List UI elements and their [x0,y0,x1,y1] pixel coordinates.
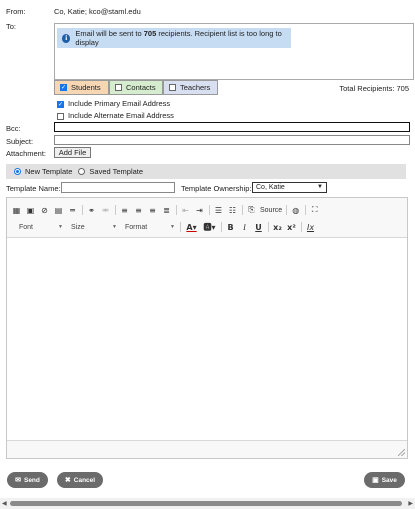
template-mode-bar: New Template Saved Template [6,164,406,179]
source-button[interactable]: Source [260,207,282,214]
editor-toolbar: ▦ ▣ ⊘ ▤ ═ ⚭ ⚮ ≡ ≡ ≡ ≣ ⇤ ⇥ ☰ ☷ ⎘ Source ◍… [7,198,407,238]
chevron-down-icon: ▼ [58,224,63,230]
students-checkbox[interactable]: ✓ [60,84,67,91]
recipient-notice: i Email will be sent to 705 recipients. … [57,28,291,48]
info-icon: i [62,33,71,43]
italic-icon[interactable]: I [239,222,250,233]
new-template-radio[interactable] [14,168,21,175]
saved-template-label: Saved Template [89,167,144,176]
subject-label: Subject: [6,137,34,146]
envelope-icon: ✉ [15,477,21,484]
chevron-down-icon: ▼ [170,224,175,230]
include-primary-checkbox[interactable]: ✓ [57,100,64,108]
tab-teachers[interactable]: Teachers [163,80,218,95]
floppy-disk-icon: ▣ [372,477,379,484]
bcc-label: Bcc: [6,124,21,133]
rich-text-editor: ▦ ▣ ⊘ ▤ ═ ⚭ ⚮ ≡ ≡ ≡ ≣ ⇤ ⇥ ☰ ☷ ⎘ Source ◍… [6,197,408,459]
outdent-icon[interactable]: ⇤ [180,205,191,216]
include-alternate-checkbox[interactable] [57,112,64,120]
align-justify-icon[interactable]: ≣ [161,205,172,216]
spellcheck-icon[interactable]: ◍ [290,205,301,216]
scroll-left-icon[interactable]: ◀ [2,500,7,507]
scroll-right-icon[interactable]: ▶ [408,500,413,507]
attachment-label: Attachment: [6,149,47,158]
link-icon[interactable]: ⚭ [86,205,97,216]
send-button[interactable]: ✉ Send [7,472,48,488]
from-value: Co, Katie; kco@staml.edu [54,7,141,16]
template-ownership-label: Template Ownership: [181,184,252,193]
bulleted-list-icon[interactable]: ☷ [227,205,238,216]
special-char-icon[interactable]: ⊘ [39,205,50,216]
underline-icon[interactable]: U [253,222,264,233]
bg-color-icon[interactable]: 🅰︎▾ [202,222,217,233]
bold-icon[interactable]: B [225,222,236,233]
scrollbar-thumb[interactable] [10,501,402,506]
saved-template-radio[interactable] [78,168,86,175]
indent-icon[interactable]: ⇥ [194,205,205,216]
numbered-list-icon[interactable]: ☰ [213,205,224,216]
close-icon: ✖ [64,477,71,484]
include-alternate-option[interactable]: Include Alternate Email Address [57,111,174,120]
cancel-button[interactable]: ✖ Cancel [57,472,103,488]
bcc-input[interactable] [54,122,410,132]
template-name-label: Template Name: [6,184,61,193]
align-center-icon[interactable]: ≡ [133,205,144,216]
recipient-type-tabs: ✓ Students Contacts Teachers [54,80,218,95]
to-recipients-box[interactable]: i Email will be sent to 705 recipients. … [54,23,414,80]
align-right-icon[interactable]: ≡ [147,205,158,216]
unlink-icon[interactable]: ⚮ [100,205,111,216]
chevron-down-icon: ▼ [112,224,117,230]
template-name-input[interactable] [61,182,175,193]
chevron-down-icon: ▼ [317,184,323,190]
maximize-icon[interactable]: ⛶ [309,205,320,216]
font-dropdown[interactable]: Font ▼ [11,224,63,231]
save-button[interactable]: ▣ Save [364,472,405,488]
source-icon[interactable]: ⎘ [246,205,257,216]
template-ownership-select[interactable]: Co, Katie ▼ [252,182,327,193]
tab-students[interactable]: ✓ Students [54,80,109,95]
format-dropdown[interactable]: Format ▼ [121,224,175,231]
from-label: From: [6,7,26,16]
subscript-icon[interactable]: x₂ [272,222,283,233]
template-icon[interactable]: ▤ [53,205,64,216]
align-left-icon[interactable]: ≡ [119,205,130,216]
horizontal-scrollbar[interactable]: ◀ ▶ [0,498,415,509]
editor-body[interactable] [7,239,407,441]
recipient-count: 705 [143,29,157,38]
size-dropdown[interactable]: Size ▼ [67,224,117,231]
contacts-checkbox[interactable] [115,84,122,91]
text-color-icon[interactable]: A▾ [184,222,199,233]
subject-input[interactable] [54,135,410,145]
horizontal-line-icon[interactable]: ═ [67,205,78,216]
add-file-button[interactable]: Add File [54,147,91,158]
superscript-icon[interactable]: x² [286,222,297,233]
image-icon[interactable]: ▣ [25,205,36,216]
remove-format-icon[interactable]: Ix [305,222,316,233]
new-template-label: New Template [25,167,73,176]
include-primary-option[interactable]: ✓ Include Primary Email Address [57,99,170,108]
editor-footer [7,440,407,458]
to-label: To: [6,22,17,31]
tab-contacts[interactable]: Contacts [109,80,163,95]
teachers-checkbox[interactable] [169,84,176,91]
resize-handle-icon[interactable] [398,449,405,456]
table-icon[interactable]: ▦ [11,205,22,216]
total-recipients: Total Recipients: 705 [339,84,409,93]
